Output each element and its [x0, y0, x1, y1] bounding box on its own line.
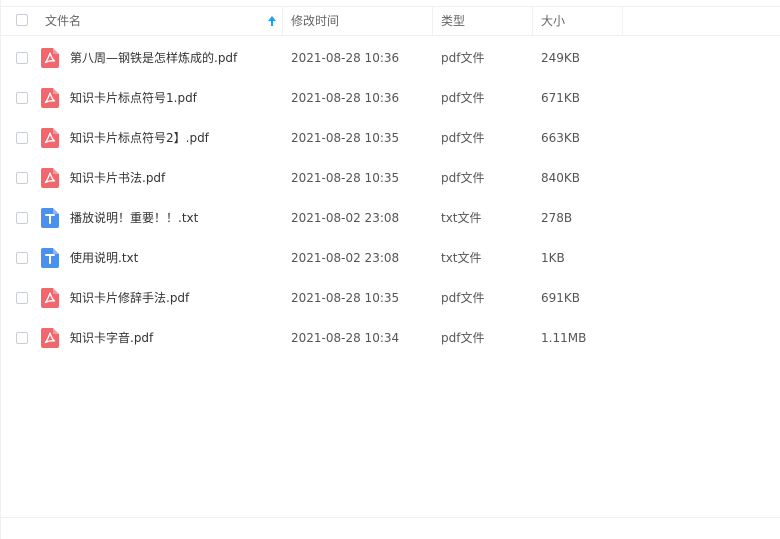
file-row[interactable]: 知识卡片书法.pdf 2021-08-28 10:35 pdf文件 840KB: [1, 158, 780, 198]
file-row[interactable]: 知识卡字音.pdf 2021-08-28 10:34 pdf文件 1.11MB: [1, 318, 780, 358]
file-modified: 2021-08-28 10:35: [291, 171, 400, 185]
txt-file-icon: [41, 208, 59, 228]
file-modified: 2021-08-28 10:35: [291, 291, 400, 305]
pdf-file-icon: [41, 88, 59, 108]
file-list-panel: 文件名 修改时间 类型 大小 第八周—钢铁是怎样炼成的.pdf 2021-08-…: [0, 0, 780, 539]
file-name[interactable]: 知识卡字音.pdf: [70, 318, 153, 358]
file-row[interactable]: 播放说明！重要！！.txt 2021-08-02 23:08 txt文件 278…: [1, 198, 780, 238]
file-name[interactable]: 第八周—钢铁是怎样炼成的.pdf: [70, 38, 237, 78]
file-modified: 2021-08-02 23:08: [291, 211, 400, 225]
pdf-file-icon: [41, 128, 59, 148]
file-modified: 2021-08-28 10:36: [291, 91, 400, 105]
pdf-file-icon: [41, 48, 59, 68]
file-modified: 2021-08-02 23:08: [291, 251, 400, 265]
txt-file-icon: [41, 248, 59, 268]
file-type: txt文件: [441, 211, 482, 225]
file-name[interactable]: 播放说明！重要！！.txt: [70, 198, 198, 238]
pdf-file-icon: [41, 328, 59, 348]
column-divider[interactable]: [622, 7, 623, 35]
file-size: 249KB: [541, 51, 581, 65]
file-name[interactable]: 知识卡片书法.pdf: [70, 158, 165, 198]
column-divider[interactable]: [282, 7, 283, 35]
file-size: 691KB: [541, 291, 581, 305]
file-row[interactable]: 使用说明.txt 2021-08-02 23:08 txt文件 1KB: [1, 238, 780, 278]
file-name[interactable]: 知识卡片修辞手法.pdf: [70, 278, 189, 318]
file-size: 1KB: [541, 251, 565, 265]
file-modified: 2021-08-28 10:36: [291, 51, 400, 65]
file-type: pdf文件: [441, 51, 485, 65]
file-type: pdf文件: [441, 291, 485, 305]
row-checkbox[interactable]: [16, 52, 28, 64]
column-divider[interactable]: [432, 7, 433, 35]
file-size: 278B: [541, 211, 573, 225]
file-size: 1.11MB: [541, 331, 587, 345]
file-size: 671KB: [541, 91, 581, 105]
column-header-modified[interactable]: 修改时间: [291, 7, 339, 35]
file-name[interactable]: 知识卡片标点符号1.pdf: [70, 78, 197, 118]
file-modified: 2021-08-28 10:35: [291, 131, 400, 145]
column-header-type[interactable]: 类型: [441, 7, 465, 35]
file-row[interactable]: 知识卡片标点符号1.pdf 2021-08-28 10:36 pdf文件 671…: [1, 78, 780, 118]
file-name[interactable]: 知识卡片标点符号2】.pdf: [70, 118, 209, 158]
file-list-header: 文件名 修改时间 类型 大小: [1, 6, 780, 36]
list-bottom-divider: [1, 517, 780, 518]
file-size: 840KB: [541, 171, 581, 185]
file-type: txt文件: [441, 251, 482, 265]
file-type: pdf文件: [441, 171, 485, 185]
file-size: 663KB: [541, 131, 581, 145]
file-name[interactable]: 使用说明.txt: [70, 238, 138, 278]
pdf-file-icon: [41, 288, 59, 308]
file-row[interactable]: 知识卡片标点符号2】.pdf 2021-08-28 10:35 pdf文件 66…: [1, 118, 780, 158]
file-row[interactable]: 知识卡片修辞手法.pdf 2021-08-28 10:35 pdf文件 691K…: [1, 278, 780, 318]
row-checkbox[interactable]: [16, 212, 28, 224]
file-row[interactable]: 第八周—钢铁是怎样炼成的.pdf 2021-08-28 10:36 pdf文件 …: [1, 38, 780, 78]
file-type: pdf文件: [441, 331, 485, 345]
column-header-name[interactable]: 文件名: [45, 7, 81, 35]
row-checkbox[interactable]: [16, 132, 28, 144]
pdf-file-icon: [41, 168, 59, 188]
row-checkbox[interactable]: [16, 172, 28, 184]
row-checkbox[interactable]: [16, 92, 28, 104]
select-all-checkbox[interactable]: [16, 14, 28, 26]
arrow-up-icon[interactable]: [267, 14, 277, 28]
row-checkbox[interactable]: [16, 332, 28, 344]
file-type: pdf文件: [441, 131, 485, 145]
file-type: pdf文件: [441, 91, 485, 105]
file-modified: 2021-08-28 10:34: [291, 331, 400, 345]
row-checkbox[interactable]: [16, 292, 28, 304]
column-header-size[interactable]: 大小: [541, 7, 565, 35]
column-divider[interactable]: [532, 7, 533, 35]
row-checkbox[interactable]: [16, 252, 28, 264]
